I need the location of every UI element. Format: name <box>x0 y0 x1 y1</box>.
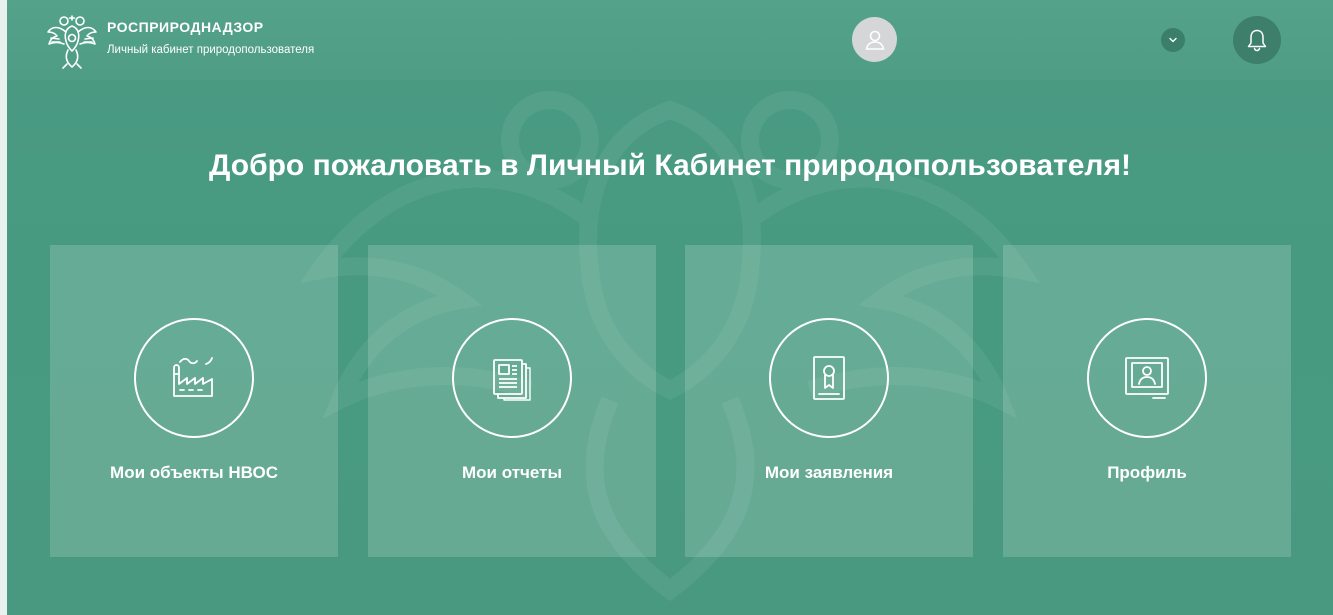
factory-icon <box>173 357 213 397</box>
profile-card-icon <box>1125 357 1169 399</box>
card-label: Мои объекты НВОС <box>110 463 278 482</box>
brand-title: РОСПРИРОДНАДЗОР <box>107 19 264 35</box>
card-label: Профиль <box>1107 463 1187 482</box>
card-icon-circle <box>1087 318 1207 438</box>
app-root: РОСПРИРОДНАДЗОР Личный кабинет природопо… <box>0 0 1333 615</box>
user-avatar-button[interactable] <box>852 17 897 62</box>
certificate-icon <box>813 356 845 400</box>
card-label: Мои отчеты <box>462 463 562 482</box>
brand-logo-block[interactable]: РОСПРИРОДНАДЗОР Личный кабинет природопо… <box>45 12 385 70</box>
card-my-applications[interactable]: Мои заявления <box>685 245 973 557</box>
card-my-reports[interactable]: Мои отчеты <box>368 245 656 557</box>
brand-subtitle: Личный кабинет природопользователя <box>107 44 315 56</box>
card-icon-circle <box>452 318 572 438</box>
brand-text: РОСПРИРОДНАДЗОР Личный кабинет природопо… <box>107 12 314 58</box>
double-headed-eagle-icon <box>47 15 97 69</box>
chevron-down-icon <box>1169 37 1177 43</box>
card-icon-circle <box>769 318 889 438</box>
user-icon <box>865 30 884 50</box>
user-menu-dropdown-toggle[interactable] <box>1161 28 1185 52</box>
card-icon-circle <box>134 318 254 438</box>
bell-icon <box>1247 29 1267 52</box>
card-profile[interactable]: Профиль <box>1003 245 1291 557</box>
welcome-title: Добро пожаловать в Личный Кабинет природ… <box>209 149 1131 182</box>
navigation-cards: Мои объекты НВОС Мои отчеты Мои заявлени… <box>50 245 1291 557</box>
card-my-objects[interactable]: Мои объекты НВОС <box>50 245 338 557</box>
notifications-button[interactable] <box>1233 16 1281 64</box>
card-label: Мои заявления <box>764 463 894 482</box>
documents-icon <box>493 359 531 401</box>
